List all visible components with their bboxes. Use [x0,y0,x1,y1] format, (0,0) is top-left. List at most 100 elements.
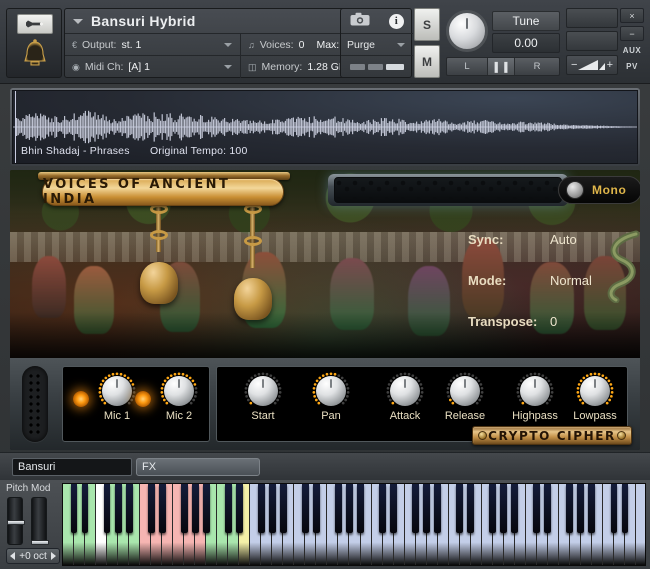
black-key[interactable] [224,484,232,533]
black-key[interactable] [70,484,78,533]
black-key[interactable] [202,484,210,533]
mod-wheel-thumb[interactable] [31,540,49,545]
crypto-cipher-logo[interactable]: CRYPTO CIPHER [472,426,632,445]
mic1-led-icon[interactable] [73,391,89,407]
sync-value[interactable]: Auto [550,232,577,247]
black-key[interactable] [566,484,574,533]
waveform-display[interactable]: Bhin Shadaj - Phrases Original Tempo: 10… [10,88,640,166]
release-knob[interactable] [446,372,484,406]
transpose-value[interactable]: 0 [550,314,557,329]
black-key[interactable] [379,484,386,533]
transpose-row[interactable]: Transpose: 0 [468,314,557,329]
black-key[interactable] [125,484,133,533]
midi-chevron-icon[interactable] [224,65,232,69]
black-key[interactable] [544,484,552,533]
black-key[interactable] [434,484,442,533]
pitch-wheel-thumb[interactable] [7,520,25,525]
mute-button[interactable]: M [414,45,440,78]
black-key[interactable] [456,484,464,533]
black-key[interactable] [279,484,287,533]
pan-center-handle[interactable]: ▌▐ [487,58,515,75]
white-key[interactable] [635,484,645,565]
black-key[interactable] [235,484,243,533]
black-key[interactable] [577,484,585,533]
purge-chevron-icon[interactable] [397,42,405,47]
black-key[interactable] [191,484,199,533]
pitch-wheel[interactable] [7,497,25,545]
info-icon[interactable]: i [388,13,404,29]
output-selector[interactable]: € Output: st. 1 [65,34,241,55]
pan-knob[interactable] [312,372,350,406]
camera-icon[interactable] [350,12,370,31]
mic2-led-icon[interactable] [135,391,151,407]
purge-menu[interactable]: Purge [341,34,413,56]
fx-tab[interactable]: FX [136,458,260,476]
banner-title: VOICES OF ANCIENT INDIA [43,177,231,207]
black-key[interactable] [500,484,508,533]
pv-button[interactable]: PV [620,60,644,73]
octave-up-icon[interactable] [50,552,56,560]
black-key[interactable] [423,484,431,533]
black-key[interactable] [588,484,596,533]
mic1-led-cell[interactable] [71,391,91,407]
minimize-icon[interactable]: − [620,26,644,41]
start-knob[interactable] [244,372,282,406]
black-key[interactable] [103,484,111,533]
mod-wheel[interactable] [31,497,49,545]
black-key[interactable] [335,484,342,533]
octave-selector[interactable]: +0 oct [6,548,60,564]
black-key[interactable] [533,484,541,533]
mic1-knob[interactable] [98,372,136,406]
black-key[interactable] [268,484,276,533]
knob-start[interactable]: Start [235,370,291,440]
sync-row[interactable]: Sync: Auto [468,232,577,247]
mic2-led-cell[interactable] [133,391,153,407]
black-key[interactable] [357,484,364,533]
black-key[interactable] [114,484,122,533]
solo-button[interactable]: S [414,8,440,41]
black-key[interactable] [346,484,353,533]
playhead[interactable] [15,91,16,163]
black-key[interactable] [467,484,475,533]
octave-down-icon[interactable] [10,552,16,560]
black-key[interactable] [257,484,265,533]
volume-slider[interactable]: − + [566,55,618,75]
output-chevron-icon[interactable] [224,42,232,47]
lowpass-knob[interactable] [576,372,614,406]
black-key[interactable] [621,484,629,533]
black-key[interactable] [412,484,420,533]
knob-attack[interactable]: Attack [377,370,433,440]
mode-row[interactable]: Mode: Normal [468,273,592,288]
close-icon[interactable]: × [620,8,644,23]
highpass-knob[interactable] [516,372,554,406]
tune-value[interactable]: 0.00 [492,33,560,53]
chevron-down-icon[interactable] [73,18,83,24]
wrench-icon[interactable] [17,14,53,34]
black-key[interactable] [180,484,188,533]
knob-pan[interactable]: Pan [303,370,359,440]
knob-mic-2[interactable]: Mic 2 [151,370,207,440]
black-key[interactable] [610,484,618,533]
black-key[interactable] [390,484,397,533]
black-key[interactable] [313,484,320,533]
piano-keyboard[interactable] [62,483,646,566]
mode-value[interactable]: Normal [550,273,592,288]
pan-slider[interactable]: L ▌▐ R [446,57,560,76]
black-key[interactable] [489,484,497,533]
bell-icon[interactable] [19,37,51,73]
logo-screw-left-icon [478,431,487,440]
black-key[interactable] [511,484,519,533]
black-key[interactable] [158,484,166,533]
waveform-canvas[interactable]: Bhin Shadaj - Phrases Original Tempo: 10… [12,90,638,164]
mic2-knob[interactable] [160,372,198,406]
tune-knob[interactable] [446,10,488,52]
instrument-tab[interactable]: Bansuri [12,458,132,476]
vent-holes [28,373,42,435]
black-key[interactable] [147,484,155,533]
attack-knob[interactable] [386,372,424,406]
black-key[interactable] [81,484,89,533]
midi-channel-selector[interactable]: ◉ Midi Ch: [A] 1 [65,56,241,78]
mono-toggle[interactable]: Mono [558,176,640,204]
black-key[interactable] [302,484,309,533]
aux-button[interactable]: AUX [620,44,644,57]
